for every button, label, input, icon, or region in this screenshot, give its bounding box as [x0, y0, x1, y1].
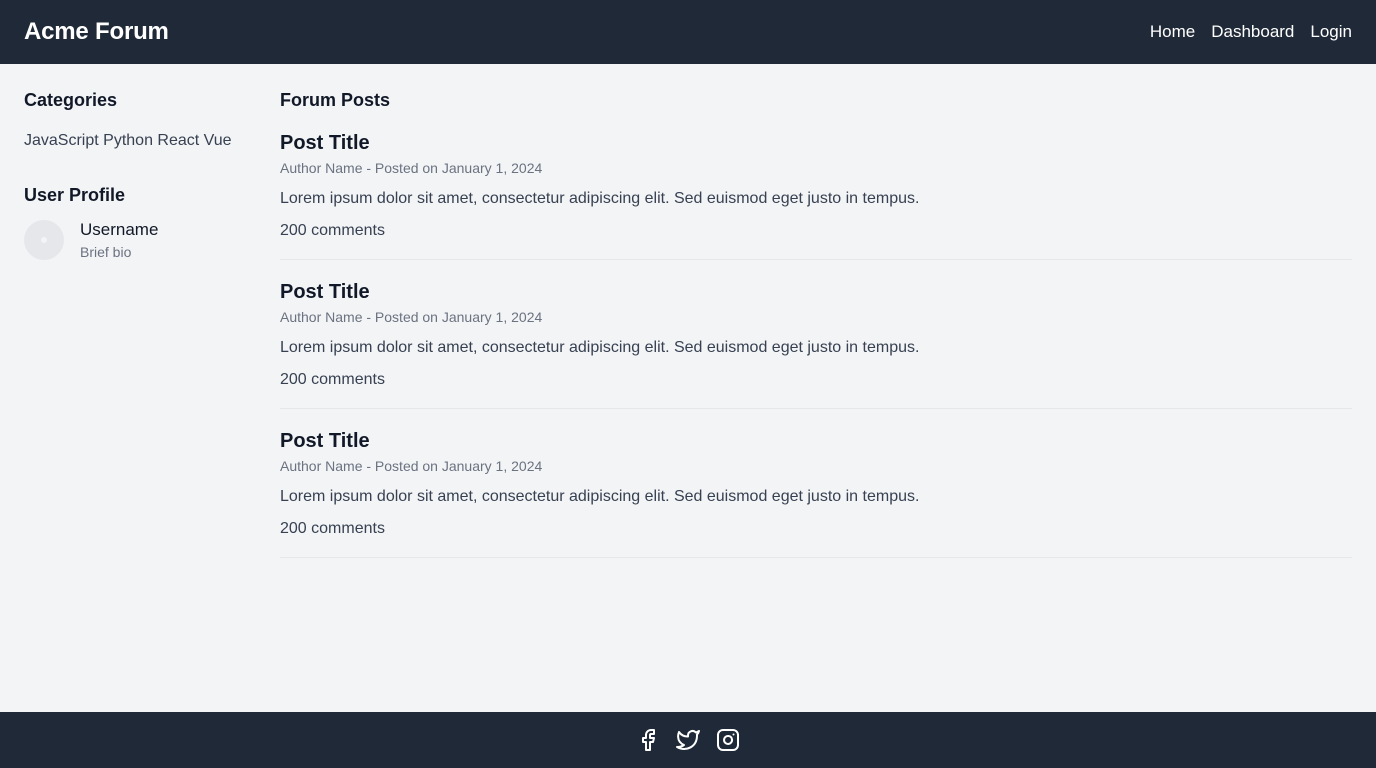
twitter-icon[interactable] [676, 728, 700, 752]
category-react[interactable]: React [157, 132, 199, 149]
brand-logo[interactable]: Acme Forum [24, 18, 169, 46]
post-title-link[interactable]: Post Title [280, 131, 1352, 155]
main-nav: Home Dashboard Login [1150, 22, 1352, 42]
user-profile-card: Username Brief bio [24, 220, 234, 262]
sidebar: Categories JavaScript Python React Vue U… [24, 90, 234, 262]
forum-posts-heading: Forum Posts [280, 90, 391, 110]
category-python[interactable]: Python [103, 132, 153, 149]
post-item: Post Title Author Name - Posted on Janua… [280, 280, 1352, 409]
nav-home-link[interactable]: Home [1150, 22, 1195, 42]
avatar[interactable] [24, 220, 64, 260]
forum-posts-section: Forum Posts Post Title Author Name - Pos… [280, 90, 1352, 578]
post-meta: Author Name - Posted on January 1, 2024 [280, 309, 543, 325]
post-title-link[interactable]: Post Title [280, 429, 1352, 453]
category-list: JavaScript Python React Vue [24, 129, 234, 153]
post-item: Post Title Author Name - Posted on Janua… [280, 429, 1352, 558]
post-excerpt: Lorem ipsum dolor sit amet, consectetur … [280, 190, 920, 207]
post-comments-link[interactable]: 200 comments [280, 370, 385, 390]
category-javascript[interactable]: JavaScript [24, 132, 99, 149]
nav-dashboard-link[interactable]: Dashboard [1211, 22, 1294, 42]
instagram-icon[interactable] [716, 728, 740, 752]
post-excerpt: Lorem ipsum dolor sit amet, consectetur … [280, 339, 920, 356]
categories-heading: Categories [24, 90, 118, 110]
nav-login-link[interactable]: Login [1310, 22, 1352, 42]
post-comments-link[interactable]: 200 comments [280, 519, 385, 539]
post-meta: Author Name - Posted on January 1, 2024 [280, 458, 543, 474]
post-title-link[interactable]: Post Title [280, 280, 1352, 304]
profile-bio: Brief bio [80, 244, 132, 260]
footer [0, 712, 1376, 768]
profile-info: Username Brief bio [80, 220, 158, 262]
facebook-icon[interactable] [636, 728, 660, 752]
avatar-placeholder-icon [41, 237, 47, 243]
post-meta: Author Name - Posted on January 1, 2024 [280, 160, 543, 176]
profile-username: Username [80, 220, 159, 239]
post-excerpt: Lorem ipsum dolor sit amet, consectetur … [280, 488, 920, 505]
top-navbar: Acme Forum Home Dashboard Login [0, 0, 1376, 64]
category-vue[interactable]: Vue [204, 132, 232, 149]
post-comments-link[interactable]: 200 comments [280, 221, 385, 241]
user-profile-heading: User Profile [24, 185, 126, 205]
post-item: Post Title Author Name - Posted on Janua… [280, 131, 1352, 260]
